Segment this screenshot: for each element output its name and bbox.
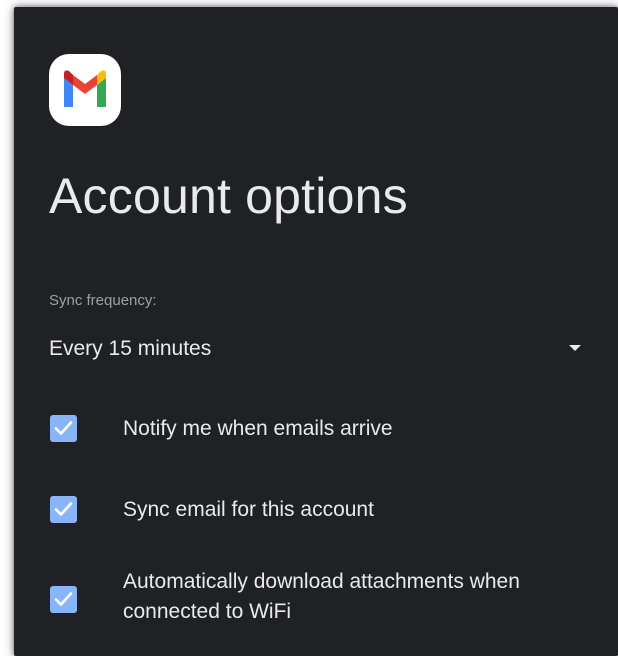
account-options-dialog: Account options Sync frequency: Every 15… bbox=[14, 7, 618, 656]
auto-download-label: Automatically download attachments when … bbox=[123, 570, 520, 623]
notify-emails-checkbox[interactable] bbox=[50, 415, 77, 442]
auto-download-checkbox[interactable] bbox=[50, 586, 77, 613]
dropdown-arrow-icon bbox=[569, 345, 581, 351]
auto-download-option[interactable]: Automatically download attachments when … bbox=[49, 565, 609, 629]
gmail-icon bbox=[49, 54, 121, 126]
page-title: Account options bbox=[49, 168, 408, 224]
sync-frequency-value: Every 15 minutes bbox=[49, 337, 212, 360]
sync-email-option[interactable]: Sync email for this account bbox=[49, 493, 609, 527]
sync-frequency-label: Sync frequency: bbox=[49, 292, 157, 309]
sync-email-label: Sync email for this account bbox=[123, 498, 374, 521]
notify-emails-option[interactable]: Notify me when emails arrive bbox=[49, 412, 609, 446]
sync-email-checkbox[interactable] bbox=[50, 496, 77, 523]
sync-frequency-dropdown[interactable]: Every 15 minutes bbox=[49, 327, 581, 371]
notify-emails-label: Notify me when emails arrive bbox=[123, 417, 393, 440]
